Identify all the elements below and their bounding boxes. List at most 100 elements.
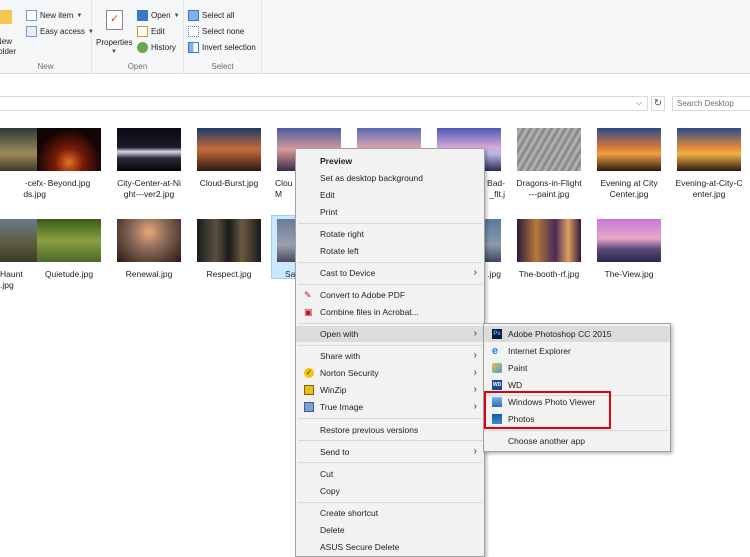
menu-item-create-shortcut[interactable]: Create shortcut xyxy=(296,505,484,521)
menu-separator xyxy=(298,323,482,324)
adobe-pdf-icon: ✎ xyxy=(304,290,312,300)
file-name: Beyond.jpg xyxy=(47,178,91,188)
easy-access-label: Easy access xyxy=(40,27,85,36)
chevron-right-icon: › xyxy=(473,350,477,361)
chevron-right-icon: › xyxy=(473,267,477,278)
menu-separator xyxy=(298,223,482,224)
new-item-button[interactable]: New item ▼ xyxy=(26,10,82,21)
easy-access-button[interactable]: Easy access ▼ xyxy=(26,26,94,37)
chevron-down-icon[interactable]: ⌵ xyxy=(636,98,642,108)
chevron-right-icon: › xyxy=(473,446,477,457)
menu-item-convert-to-pdf[interactable]: ✎ Convert to Adobe PDF xyxy=(296,287,484,303)
menu-item-set-desktop-background[interactable]: Set as desktop background xyxy=(296,170,484,186)
menu-item-cast-to-device[interactable]: Cast to Device › xyxy=(296,265,484,281)
chevron-down-icon: ▼ xyxy=(111,49,117,55)
chevron-right-icon: › xyxy=(473,328,477,339)
true-image-icon xyxy=(304,402,314,412)
menu-item-restore-versions[interactable]: Restore previous versions xyxy=(296,422,484,438)
submenu-item-paint[interactable]: Paint xyxy=(484,360,670,376)
address-bar[interactable] xyxy=(0,96,648,111)
edit-label: Edit xyxy=(151,27,165,36)
select-none-button[interactable]: Select none xyxy=(188,26,244,37)
thumbnail xyxy=(597,128,661,171)
chevron-right-icon: › xyxy=(473,384,477,395)
menu-separator xyxy=(486,430,668,431)
norton-icon: ✓ xyxy=(304,368,314,378)
menu-separator xyxy=(298,462,482,463)
file-name: Respect.jpg xyxy=(206,269,252,279)
submenu-item-photoshop[interactable]: Ps Adobe Photoshop CC 2015 xyxy=(484,326,670,342)
menu-separator xyxy=(298,262,482,263)
menu-item-combine-acrobat[interactable]: ▣ Combine files in Acrobat... xyxy=(296,304,484,320)
menu-separator xyxy=(298,440,482,441)
file-name: Cloud-Burst.jpg xyxy=(199,178,259,188)
submenu-item-internet-explorer[interactable]: e Internet Explorer xyxy=(484,343,670,359)
thumbnail xyxy=(517,219,581,262)
menu-item-rotate-left[interactable]: Rotate left xyxy=(296,243,484,259)
menu-item-norton-security[interactable]: ✓ Norton Security › xyxy=(296,365,484,381)
chevron-right-icon: › xyxy=(473,401,477,412)
group-label-open: Open xyxy=(127,62,148,71)
thumbnail xyxy=(117,219,181,262)
menu-item-send-to[interactable]: Send to › xyxy=(296,444,484,460)
file-name: Quietude.jpg xyxy=(44,269,94,279)
open-button[interactable]: Open ▼ xyxy=(137,10,180,21)
refresh-icon[interactable]: ↻ xyxy=(651,96,665,111)
menu-item-asus-secure-delete[interactable]: ASUS Secure Delete xyxy=(296,539,484,555)
menu-item-true-image[interactable]: True Image › xyxy=(296,399,484,415)
menu-item-print[interactable]: Print xyxy=(296,204,484,220)
folder-icon xyxy=(0,10,12,24)
paint-icon xyxy=(492,363,502,373)
properties-label: Properties xyxy=(96,38,133,47)
select-all-button[interactable]: Select all xyxy=(188,10,234,21)
properties-icon: ✓ xyxy=(106,10,123,30)
chevron-down-icon: ▼ xyxy=(76,12,83,19)
file-name: Evening at City Center.jpg xyxy=(600,178,658,199)
open-label: Open xyxy=(151,11,171,20)
file-name: The-View.jpg xyxy=(604,269,654,279)
wd-icon: WD xyxy=(492,380,502,390)
new-item-label: New item xyxy=(40,11,74,20)
history-icon xyxy=(137,42,148,53)
chevron-right-icon: › xyxy=(473,367,477,378)
history-button[interactable]: History xyxy=(137,42,176,53)
menu-item-cut[interactable]: Cut xyxy=(296,466,484,482)
acrobat-icon: ▣ xyxy=(304,307,313,317)
menu-separator xyxy=(298,502,482,503)
edit-button[interactable]: Edit xyxy=(137,26,165,37)
file-name: Evening-at-City-C enter.jpg xyxy=(675,178,743,199)
menu-item-edit[interactable]: Edit xyxy=(296,187,484,203)
menu-item-rotate-right[interactable]: Rotate right xyxy=(296,226,484,242)
invert-selection-button[interactable]: Invert selection xyxy=(188,42,256,53)
new-folder-label: New folder xyxy=(0,37,17,56)
submenu-item-choose-another-app[interactable]: Choose another app xyxy=(484,433,670,449)
properties-button[interactable]: ✓ Properties ▼ xyxy=(96,8,132,56)
menu-item-winzip[interactable]: WinZip › xyxy=(296,382,484,398)
invert-selection-icon xyxy=(188,42,199,53)
history-label: History xyxy=(151,43,176,52)
file-name: City-Center-at-Ni ght---ver2.jpg xyxy=(117,178,181,199)
menu-item-copy[interactable]: Copy xyxy=(296,483,484,499)
menu-separator xyxy=(298,284,482,285)
thumbnail xyxy=(677,128,741,171)
group-label-select: Select xyxy=(211,62,234,71)
file-name: The-booth-rf.jpg xyxy=(518,269,580,279)
thumbnail xyxy=(597,219,661,262)
menu-separator xyxy=(298,345,482,346)
search-input[interactable]: Search Desktop xyxy=(672,96,750,111)
menu-item-share-with[interactable]: Share with › xyxy=(296,348,484,364)
select-all-label: Select all xyxy=(202,11,235,20)
internet-explorer-icon: e xyxy=(492,345,499,357)
thumbnail xyxy=(517,128,581,171)
menu-item-preview[interactable]: Preview xyxy=(296,153,484,169)
edit-icon xyxy=(137,26,148,37)
menu-item-delete[interactable]: Delete xyxy=(296,522,484,538)
menu-item-open-with[interactable]: Open with › xyxy=(296,326,484,342)
ribbon-group-open: ✓ Properties ▼ Open ▼ Edit History Open xyxy=(92,0,184,74)
thumbnail xyxy=(197,219,261,262)
thumbnail xyxy=(37,128,101,171)
easy-access-icon xyxy=(26,26,37,37)
group-label-new: New xyxy=(37,62,54,71)
ribbon-group-new: New folder New item ▼ Easy access ▼ New xyxy=(0,0,94,74)
photoshop-icon: Ps xyxy=(492,329,502,339)
